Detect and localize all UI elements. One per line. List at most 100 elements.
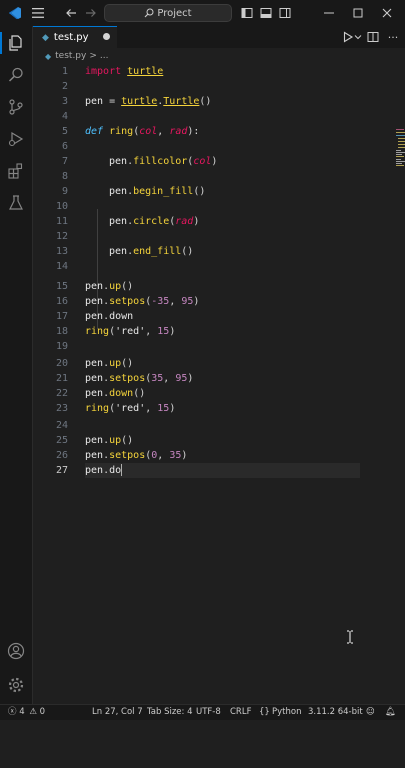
- run-debug-icon[interactable]: [7, 130, 25, 148]
- token: pen: [85, 281, 104, 292]
- token: 35: [169, 450, 182, 461]
- code-line: 26 pen.setpos(0, 35): [33, 448, 373, 463]
- token: (): [181, 246, 194, 257]
- toggle-primary-sidebar-icon[interactable]: [238, 4, 256, 22]
- code-line-current[interactable]: 27 pen.do: [33, 463, 373, 478]
- line-number: 20: [55, 358, 68, 369]
- line-number: 27: [55, 465, 68, 476]
- vscode-logo-icon: [6, 4, 24, 22]
- split-editor-icon[interactable]: [364, 28, 382, 46]
- braces-icon[interactable]: {}: [259, 705, 270, 720]
- forward-arrow-icon[interactable]: [82, 4, 100, 22]
- more-actions-icon[interactable]: ···: [384, 28, 402, 46]
- token: ,: [145, 326, 158, 337]
- line-number: 15: [55, 281, 68, 292]
- code-line: 3 pen = turtle.Turtle(): [33, 94, 373, 109]
- token: ring: [85, 403, 110, 414]
- code-line: 15 pen.up(): [33, 279, 373, 294]
- code-line: 12: [33, 229, 373, 244]
- modified-dot-icon[interactable]: [103, 33, 110, 40]
- token: pen: [85, 296, 104, 307]
- search-icon[interactable]: [7, 66, 25, 84]
- code-line: 14: [33, 259, 373, 274]
- breadcrumb: ◆ test.py > ...: [33, 48, 405, 64]
- minimap[interactable]: [395, 128, 405, 168]
- line-number: 5: [61, 126, 68, 137]
- token: down: [109, 388, 134, 399]
- token: =: [103, 96, 122, 107]
- toggle-panel-icon[interactable]: [257, 4, 275, 22]
- line-number: 23: [55, 403, 68, 414]
- error-icon: ⓧ: [8, 707, 17, 717]
- tab-test-py[interactable]: ◆ test.py: [33, 26, 117, 48]
- token: ,: [157, 450, 170, 461]
- source-control-icon[interactable]: [7, 98, 25, 116]
- code-line: 1 import turtle: [33, 64, 373, 79]
- explorer-icon[interactable]: [7, 34, 25, 52]
- token: pen: [85, 373, 104, 384]
- encoding[interactable]: UTF-8: [196, 705, 221, 720]
- warning-count: 0: [39, 707, 46, 717]
- notifications-bell-icon[interactable]: 🔔︎: [385, 705, 396, 720]
- token: Turtle: [163, 96, 200, 107]
- close-icon[interactable]: [378, 4, 396, 22]
- token: circle: [133, 216, 170, 227]
- token: 'red': [115, 403, 146, 414]
- manage-gear-icon[interactable]: [7, 676, 25, 694]
- breadcrumb-file[interactable]: test.py: [55, 51, 86, 61]
- menu-icon[interactable]: [29, 4, 47, 22]
- token: pen: [109, 216, 128, 227]
- activity-bar: [0, 26, 33, 704]
- command-center-search[interactable]: Project: [104, 4, 232, 22]
- python-interpreter[interactable]: 3.11.2 64-bit: [308, 705, 363, 720]
- code-line: 4: [33, 109, 373, 124]
- breadcrumb-more[interactable]: ...: [100, 51, 109, 61]
- code-editor[interactable]: 1 import turtle 2 3 pen = turtle.Turtle() …: [33, 64, 405, 704]
- token: (): [121, 435, 134, 446]
- code-line: 10: [33, 199, 373, 214]
- problems-indicator[interactable]: ⓧ 4 ⚠ 0: [8, 705, 45, 720]
- back-arrow-icon[interactable]: [62, 4, 80, 22]
- code-line: 24: [33, 418, 373, 433]
- language-mode[interactable]: Python: [272, 705, 301, 720]
- feedback-icon[interactable]: ☺: [366, 705, 375, 720]
- token: rad: [169, 126, 188, 137]
- account-icon[interactable]: [7, 642, 25, 660]
- line-number: 8: [61, 171, 68, 182]
- breadcrumb-separator: >: [89, 51, 97, 61]
- token: 15: [157, 326, 170, 337]
- line-number: 12: [55, 231, 68, 242]
- token: ): [211, 156, 218, 167]
- tab-size[interactable]: Tab Size: 4: [147, 705, 193, 720]
- end-of-line[interactable]: CRLF: [230, 705, 251, 720]
- line-number: 24: [55, 420, 68, 431]
- testing-icon[interactable]: [7, 194, 25, 212]
- maximize-icon[interactable]: [349, 4, 367, 22]
- line-number: 7: [61, 156, 68, 167]
- token: ):: [187, 126, 200, 137]
- code-line: 22 pen.down(): [33, 386, 373, 401]
- code-line: 25 pen.up(): [33, 433, 373, 448]
- warning-icon: ⚠: [29, 707, 37, 717]
- line-number: 14: [55, 261, 68, 272]
- line-number: 18: [55, 326, 68, 337]
- token: pen: [85, 388, 104, 399]
- code-line: 18 ring('red', 15): [33, 324, 373, 339]
- code-line: 9 pen.begin_fill(): [33, 184, 373, 199]
- toggle-secondary-sidebar-icon[interactable]: [276, 4, 294, 22]
- search-label: Project: [157, 7, 192, 19]
- cursor-position[interactable]: Ln 27, Col 7: [92, 705, 143, 720]
- code-line: 5 def ring(col, rad):: [33, 124, 373, 139]
- token: pen: [85, 96, 104, 107]
- tab-label: test.py: [53, 32, 89, 43]
- token: up: [109, 281, 122, 292]
- extensions-icon[interactable]: [7, 162, 25, 180]
- line-number: 13: [55, 246, 68, 257]
- search-icon: [145, 8, 154, 18]
- minimize-icon[interactable]: [320, 4, 338, 22]
- token: rad: [175, 216, 194, 227]
- code-line: 19: [33, 339, 373, 354]
- status-bar: ⓧ 4 ⚠ 0 Ln 27, Col 7 Tab Size: 4 UTF-8 C…: [0, 704, 405, 720]
- token: (): [133, 388, 146, 399]
- code-line: 6: [33, 139, 373, 154]
